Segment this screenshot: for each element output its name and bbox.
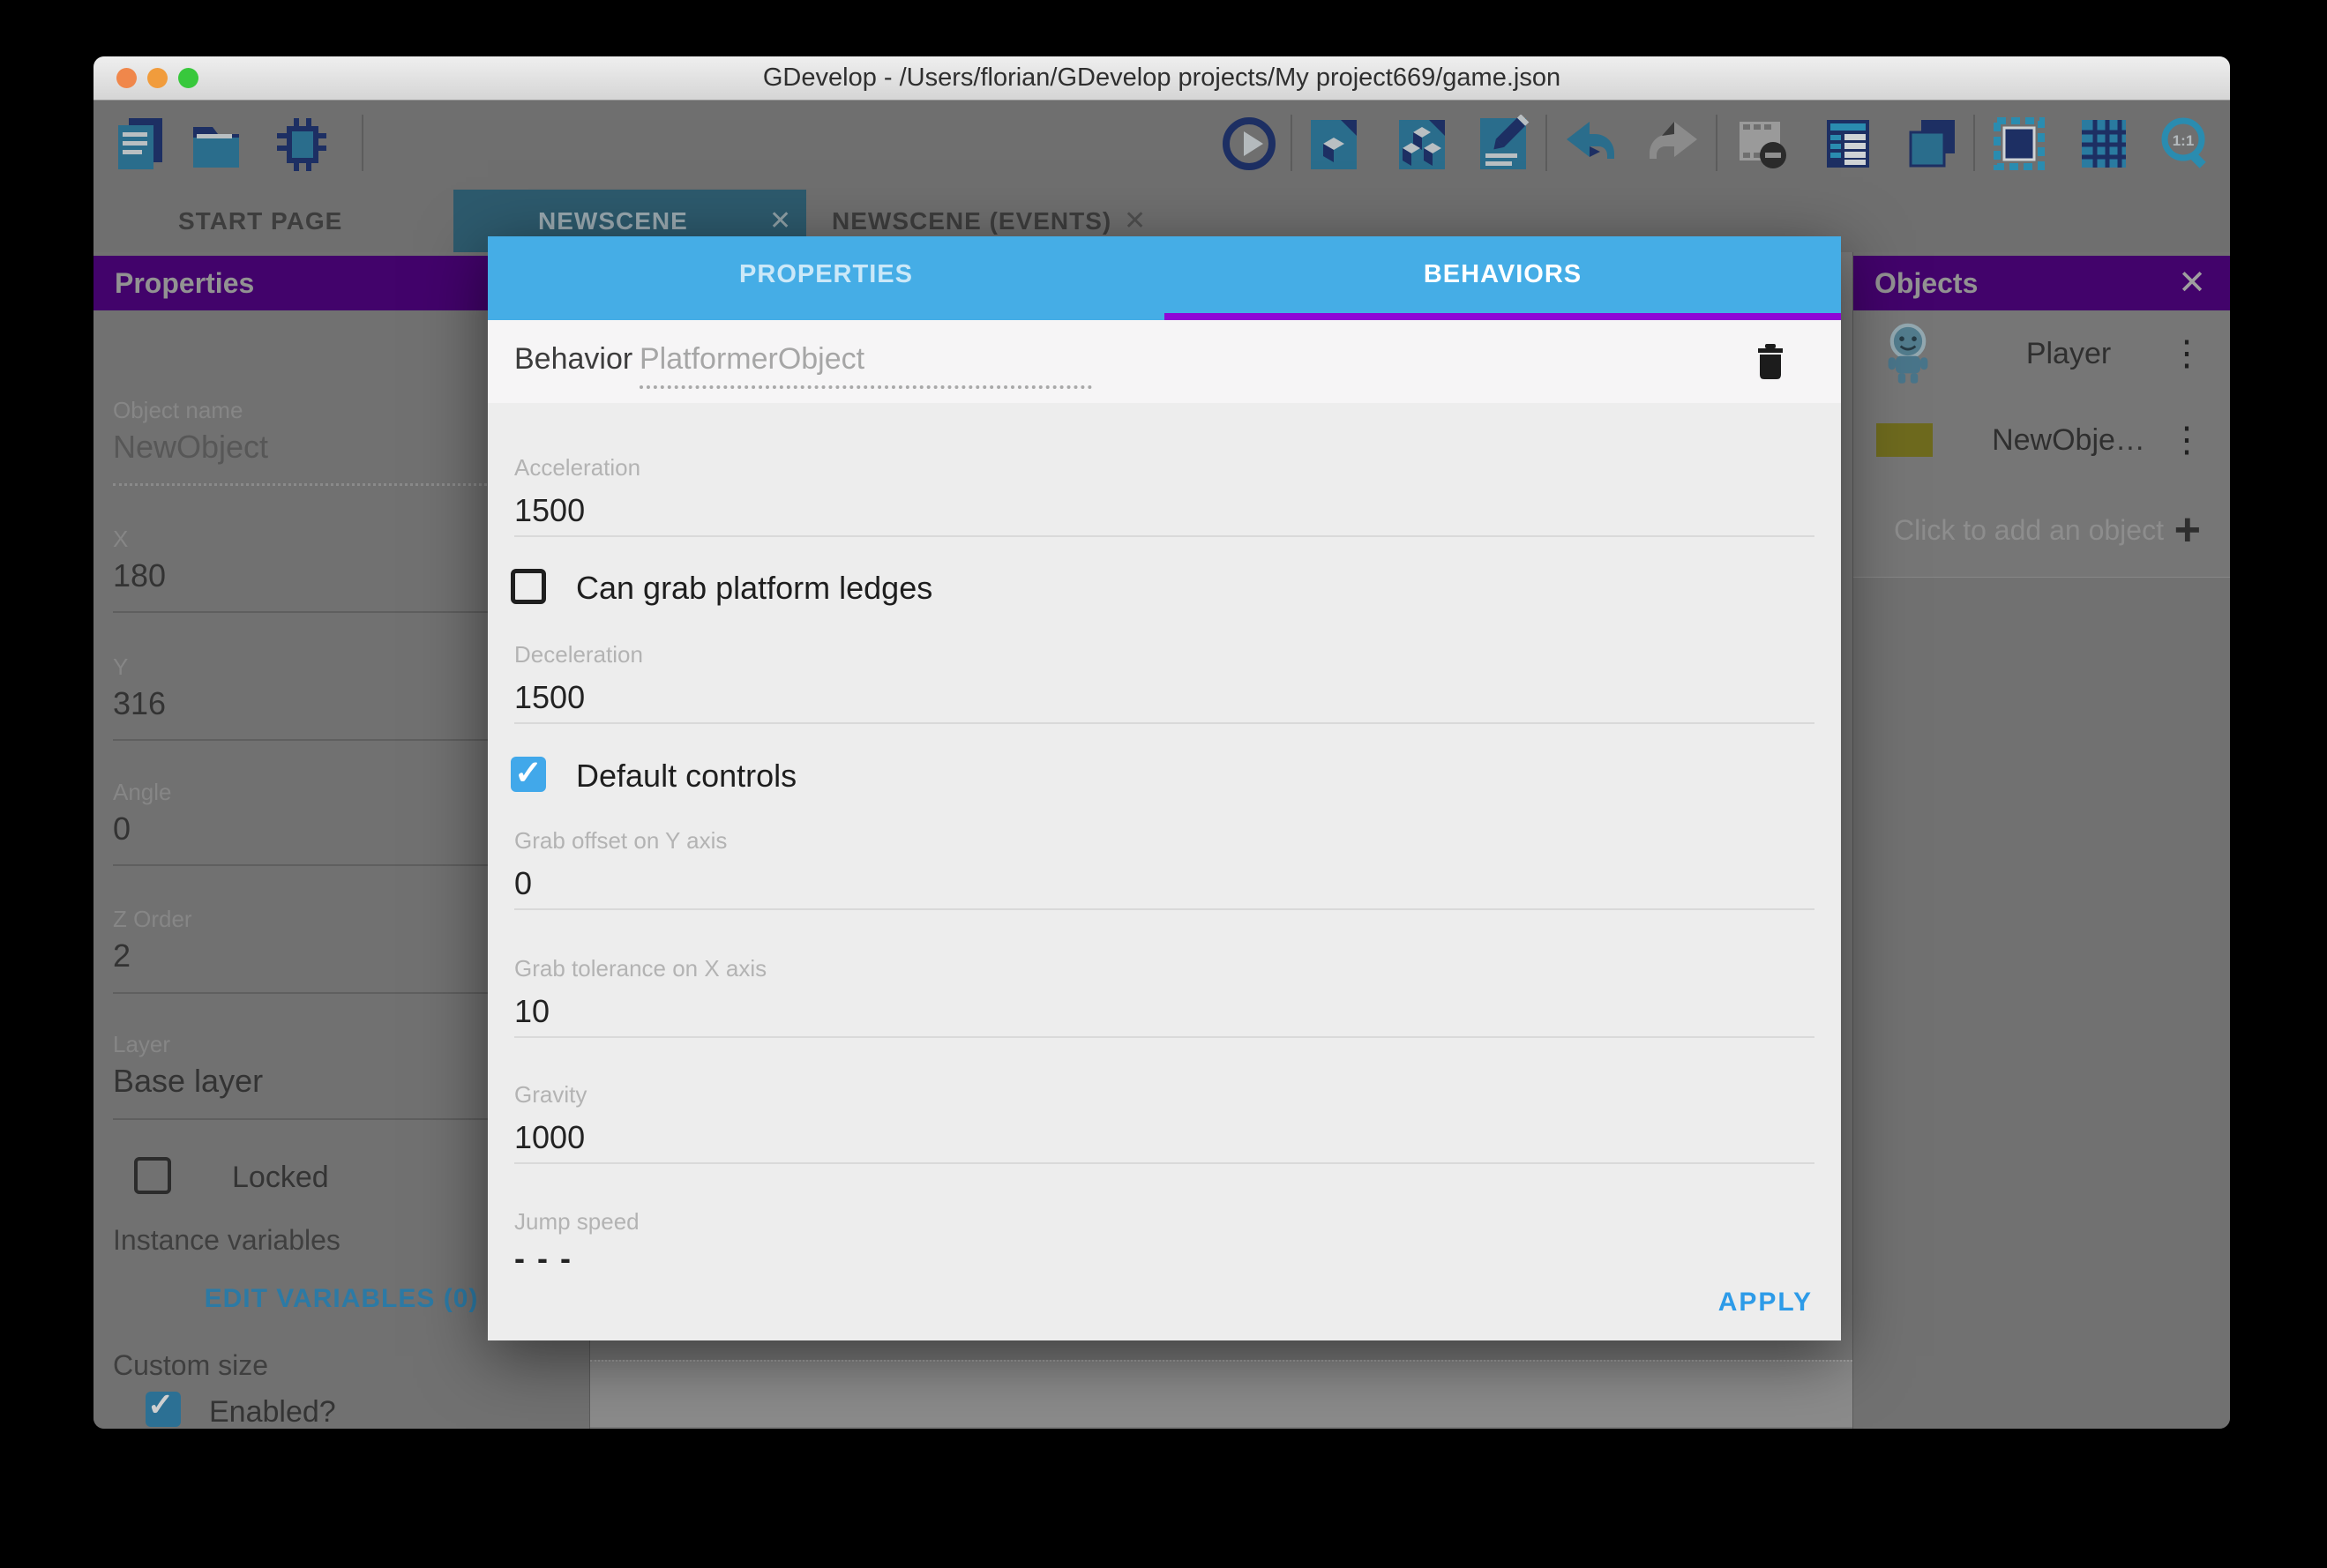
add-object-prompt: Click to add an object [1894, 483, 2164, 577]
add-object-row[interactable]: Click to add an object + [1853, 483, 2230, 578]
active-tab-indicator [1164, 313, 1841, 320]
field-label: Z Order [113, 906, 192, 933]
grab-offset-input[interactable]: 0 [514, 865, 532, 902]
zoom-1-1-icon[interactable]: 1:1 [2159, 115, 2212, 173]
canvas-scroll-area[interactable] [590, 1360, 1852, 1427]
input-underline [514, 908, 1814, 910]
window-title: GDevelop - /Users/florian/GDevelop proje… [94, 56, 2230, 100]
newobject-thumbnail [1876, 423, 1933, 457]
check-icon: ✓ [147, 1386, 174, 1423]
object-row-player[interactable]: Player ⋮ [1853, 310, 2230, 398]
object-row-newobject[interactable]: NewObje… ⋮ [1853, 397, 2230, 484]
objects-panel: Objects ✕ Player ⋮ NewObj [1852, 252, 2230, 1429]
tab-start-page[interactable]: START PAGE ✕ [146, 190, 455, 252]
default-controls-label: Default controls [576, 758, 797, 795]
toolbar-separator [1716, 115, 1717, 171]
locked-label: Locked [232, 1161, 329, 1195]
default-controls-checkbox[interactable]: ✓ [511, 757, 546, 792]
new-project-icon[interactable] [115, 115, 168, 173]
undo-icon[interactable] [1563, 115, 1616, 173]
angle-input[interactable]: 0 [113, 810, 131, 847]
input-underline [514, 1162, 1814, 1164]
toolbar-separator [1545, 115, 1547, 171]
plus-icon[interactable]: + [2174, 507, 2201, 553]
instances-list-icon[interactable] [1822, 115, 1874, 173]
dialog-tab-behaviors[interactable]: BEHAVIORS [1164, 236, 1841, 313]
behavior-name-input[interactable]: PlatformerObject [640, 320, 864, 403]
grid-icon[interactable] [2077, 115, 2130, 173]
enabled-checkbox[interactable]: ✓ [146, 1392, 181, 1427]
panel-title: Objects [1874, 256, 1978, 310]
object-menu-icon[interactable]: ⋮ [2169, 336, 2204, 371]
export-icon[interactable] [275, 115, 328, 173]
field-label: Jump speed [514, 1208, 640, 1236]
player-thumbnail [1883, 323, 1933, 385]
panel-title: Properties [115, 256, 254, 310]
gravity-input[interactable]: 1000 [514, 1119, 585, 1156]
field-label: Grab offset on Y axis [514, 827, 727, 855]
objects-editor-icon[interactable] [1395, 115, 1448, 173]
title-bar: GDevelop - /Users/florian/GDevelop proje… [94, 56, 2230, 101]
preview-disabled-icon[interactable] [1736, 115, 1789, 173]
check-icon: ✓ [514, 753, 542, 793]
close-panel-icon[interactable]: ✕ [2178, 256, 2206, 310]
input-underline [514, 535, 1814, 537]
field-label: Gravity [514, 1081, 587, 1109]
events-editor-icon[interactable] [1477, 115, 1530, 173]
field-label: Y [113, 653, 128, 681]
open-project-icon[interactable] [190, 115, 243, 173]
field-label: Object name [113, 397, 243, 424]
jump-speed-input[interactable]: - - - [514, 1240, 572, 1277]
acceleration-input[interactable]: 1500 [514, 492, 585, 529]
field-label: X [113, 526, 128, 553]
delete-behavior-icon[interactable] [1755, 341, 1785, 382]
input-underline [514, 722, 1814, 724]
field-label: Deceleration [514, 641, 643, 668]
enabled-label: Enabled? [209, 1395, 336, 1429]
object-name-input[interactable]: NewObject [113, 429, 268, 466]
svg-text:1:1: 1:1 [2173, 132, 2195, 149]
toolbar-separator [362, 115, 363, 171]
field-label: Acceleration [514, 454, 640, 482]
dialog-tab-bar: PROPERTIES BEHAVIORS [488, 236, 1841, 320]
screen: GDevelop - /Users/florian/GDevelop proje… [0, 0, 2327, 1568]
y-input[interactable]: 316 [113, 685, 166, 722]
toolbar-separator [1973, 115, 1975, 171]
custom-size-heading: Custom size [113, 1349, 268, 1382]
mask-icon[interactable] [1993, 115, 2046, 173]
play-icon[interactable] [1223, 115, 1276, 173]
layers-icon[interactable] [1905, 115, 1958, 173]
gdevelop-window: GDevelop - /Users/florian/GDevelop proje… [94, 56, 2230, 1429]
objects-panel-header: Objects ✕ [1853, 256, 2230, 310]
object-name: Player [1986, 310, 2151, 397]
apply-button[interactable]: APPLY [1718, 1288, 1813, 1318]
redo-icon[interactable] [1648, 115, 1701, 173]
behavior-label: Behavior [514, 320, 632, 403]
toolbar-separator [1291, 115, 1292, 171]
object-name: NewObje… [1986, 397, 2151, 483]
behavior-dialog: PROPERTIES BEHAVIORS Behavior Platformer… [488, 236, 1841, 1340]
toolbar: 1:1 [94, 101, 2230, 190]
instance-variables-heading: Instance variables [113, 1224, 340, 1257]
field-label: Layer [113, 1031, 170, 1058]
can-grab-checkbox[interactable] [511, 569, 546, 604]
field-label: Angle [113, 779, 172, 806]
can-grab-label: Can grab platform ledges [576, 570, 932, 607]
deceleration-input[interactable]: 1500 [514, 679, 585, 716]
scene-editor-icon[interactable] [1307, 115, 1360, 173]
grab-tolerance-input[interactable]: 10 [514, 993, 550, 1030]
object-menu-icon[interactable]: ⋮ [2169, 422, 2204, 458]
tab-label: START PAGE [178, 190, 342, 252]
behavior-name-row: Behavior PlatformerObject [488, 320, 1841, 403]
z-order-input[interactable]: 2 [113, 937, 131, 974]
field-label: Grab tolerance on X axis [514, 955, 767, 982]
input-underline [640, 385, 1092, 389]
x-input[interactable]: 180 [113, 557, 166, 594]
layer-select[interactable]: Base layer [113, 1063, 263, 1100]
locked-checkbox[interactable] [134, 1157, 171, 1194]
dialog-tab-properties[interactable]: PROPERTIES [488, 236, 1164, 313]
input-underline [514, 1036, 1814, 1038]
